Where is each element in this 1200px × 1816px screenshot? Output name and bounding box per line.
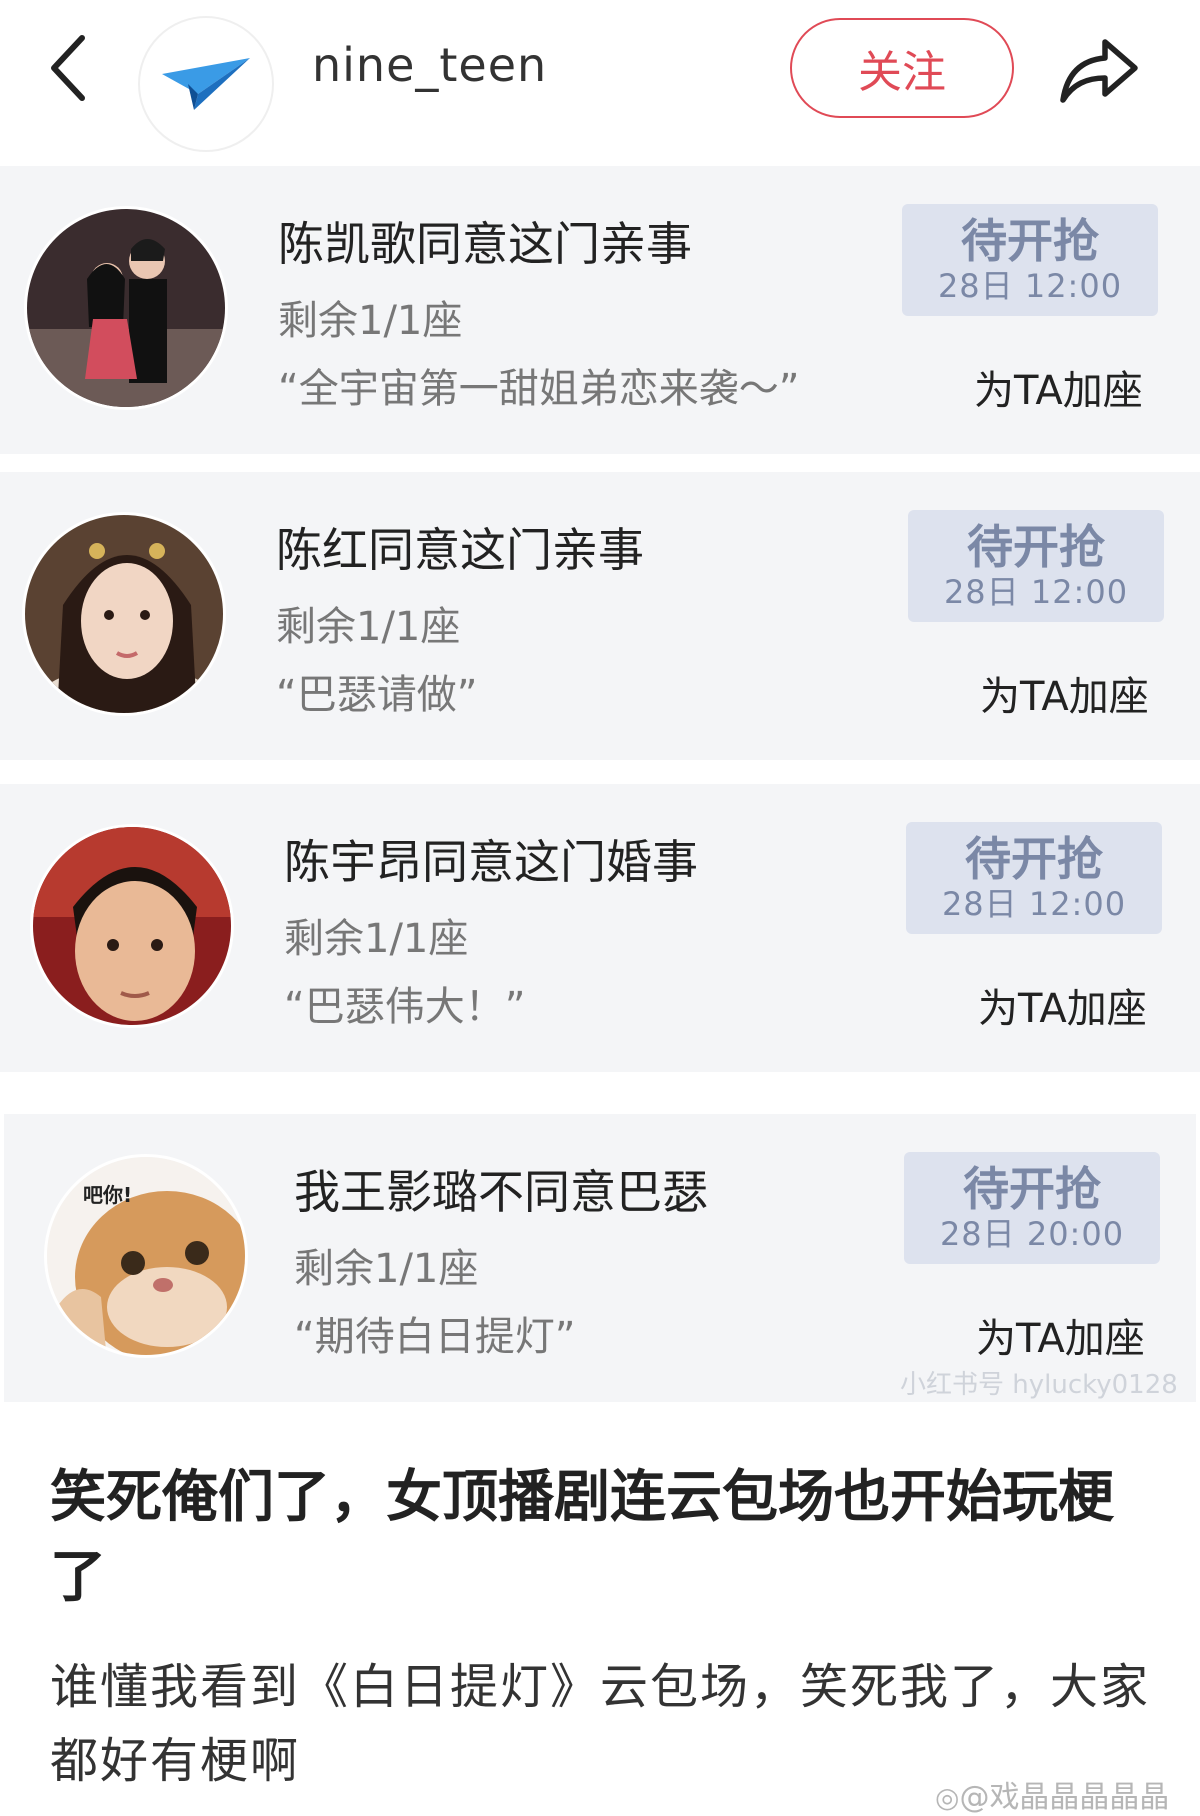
add-seat-button[interactable]: 为TA加座: [974, 358, 1143, 416]
card-avatar[interactable]: 吧你!: [44, 1154, 248, 1358]
status-button[interactable]: 待开抢 28日 12:00: [906, 822, 1162, 934]
image-watermark: 小红书号 hylucky0128: [900, 1370, 1178, 1400]
card-quote: “期待白日提灯”: [294, 1314, 576, 1360]
status-label: 待开抢: [961, 214, 1099, 268]
card-avatar[interactable]: [30, 824, 234, 1028]
add-seat-button[interactable]: 为TA加座: [980, 664, 1149, 722]
card-title: 我王影璐不同意巴瑟: [294, 1165, 708, 1219]
add-seat-button[interactable]: 为TA加座: [976, 1306, 1145, 1364]
card-title: 陈凯歌同意这门亲事: [278, 217, 692, 271]
card-avatar[interactable]: [24, 206, 228, 410]
status-label: 待开抢: [967, 520, 1105, 574]
card-remaining-seats: 剩余1/1座: [294, 1246, 479, 1292]
status-button[interactable]: 待开抢 28日 20:00: [904, 1152, 1160, 1264]
weibo-watermark: ◎@戏晶晶晶晶晶: [935, 1772, 1169, 1816]
status-button[interactable]: 待开抢 28日 12:00: [908, 510, 1164, 622]
post-title: 笑死俺们了，女顶播剧连云包场也开始玩梗了: [50, 1465, 1114, 1610]
add-seat-button[interactable]: 为TA加座: [978, 976, 1147, 1034]
ticket-card[interactable]: 陈宇昂同意这门婚事 剩余1/1座 “巴瑟伟大！” 待开抢 28日 12:00 为…: [0, 784, 1200, 1072]
status-label: 待开抢: [963, 1162, 1101, 1216]
back-button[interactable]: [38, 32, 98, 104]
status-time: 28日 20:00: [939, 1215, 1125, 1253]
share-button[interactable]: [1056, 28, 1142, 114]
card-avatar[interactable]: [22, 512, 226, 716]
avatar-caption: 吧你!: [83, 1183, 133, 1207]
chevron-left-icon: [51, 35, 85, 101]
card-quote: “全宇宙第一甜姐弟恋来袭～”: [278, 366, 800, 412]
watermark-text: @戏晶晶晶晶晶: [959, 1780, 1170, 1815]
card-remaining-seats: 剩余1/1座: [278, 298, 463, 344]
paper-plane-icon: [162, 58, 250, 110]
status-time: 28日 12:00: [937, 267, 1123, 305]
ticket-card[interactable]: 吧你! 我王影璐不同意巴瑟 剩余1/1座 “期待白日提灯” 待开抢 28日 20…: [4, 1114, 1196, 1402]
card-title: 陈宇昂同意这门婚事: [284, 835, 698, 889]
ticket-card[interactable]: 陈凯歌同意这门亲事 剩余1/1座 “全宇宙第一甜姐弟恋来袭～” 待开抢 28日 …: [0, 166, 1200, 454]
card-quote: “巴瑟伟大！”: [284, 984, 526, 1030]
follow-button[interactable]: 关注: [790, 18, 1014, 118]
weibo-logo-icon: ◎: [935, 1781, 960, 1814]
card-title: 陈红同意这门亲事: [276, 523, 644, 577]
card-remaining-seats: 剩余1/1座: [284, 916, 469, 962]
share-arrow-icon: [1060, 39, 1138, 103]
status-time: 28日 12:00: [941, 885, 1127, 923]
ticket-card[interactable]: 陈红同意这门亲事 剩余1/1座 “巴瑟请做” 待开抢 28日 12:00 为TA…: [0, 472, 1200, 760]
status-button[interactable]: 待开抢 28日 12:00: [902, 204, 1158, 316]
status-label: 待开抢: [965, 832, 1103, 886]
user-avatar[interactable]: [138, 16, 274, 152]
top-bar: nine_teen 关注: [0, 0, 1200, 152]
username[interactable]: nine_teen: [312, 38, 547, 92]
card-remaining-seats: 剩余1/1座: [276, 604, 461, 650]
status-time: 28日 12:00: [943, 573, 1129, 611]
card-quote: “巴瑟请做”: [276, 672, 478, 718]
